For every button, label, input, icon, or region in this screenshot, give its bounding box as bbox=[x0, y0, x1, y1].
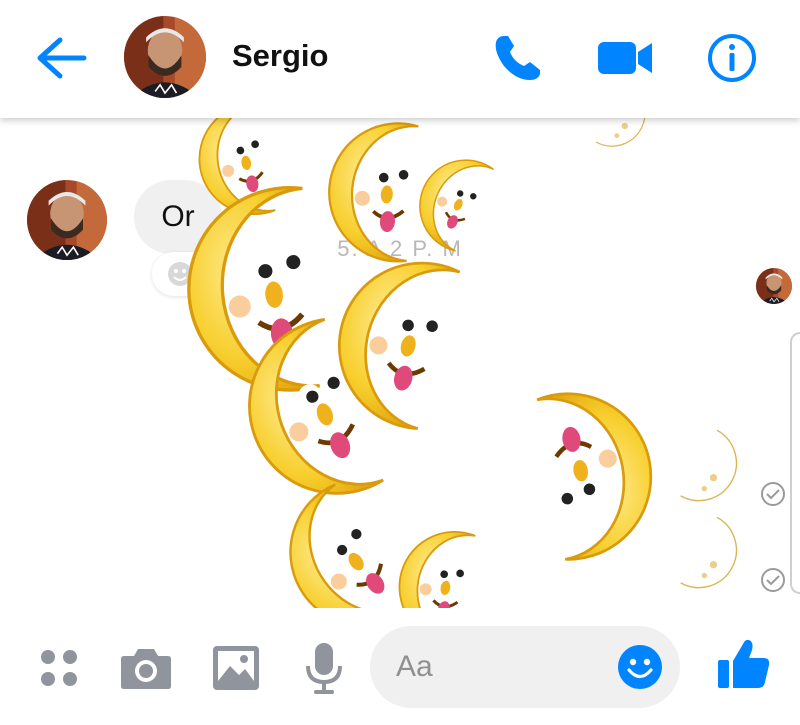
seen-receipt-avatar bbox=[756, 268, 792, 304]
check-circle-icon bbox=[761, 482, 785, 506]
sender-avatar[interactable] bbox=[27, 180, 107, 260]
video-camera-icon bbox=[598, 42, 652, 74]
info-icon bbox=[708, 34, 756, 82]
chat-header: Sergio bbox=[0, 0, 800, 118]
image-icon bbox=[213, 646, 259, 690]
contact-name[interactable]: Sergio bbox=[232, 38, 328, 74]
back-button[interactable] bbox=[34, 34, 90, 82]
thumbs-up-icon bbox=[718, 639, 770, 688]
more-actions-button[interactable] bbox=[32, 640, 88, 696]
gallery-button[interactable] bbox=[208, 640, 264, 696]
emoji-button[interactable] bbox=[616, 643, 664, 691]
grid-dots-icon bbox=[41, 650, 77, 686]
like-button[interactable] bbox=[714, 634, 770, 690]
call-button[interactable] bbox=[490, 30, 546, 86]
message-input[interactable] bbox=[396, 644, 616, 690]
message-list[interactable]: 5. A 2 P. M Or + bbox=[0, 118, 800, 608]
message-input-container[interactable] bbox=[370, 626, 680, 708]
scrollbar[interactable] bbox=[790, 332, 800, 594]
phone-icon bbox=[495, 36, 540, 80]
video-call-button[interactable] bbox=[596, 30, 652, 86]
camera-icon bbox=[121, 649, 171, 689]
contact-avatar[interactable] bbox=[124, 16, 206, 98]
smiley-icon bbox=[618, 645, 662, 689]
info-button[interactable] bbox=[704, 30, 760, 86]
microphone-icon bbox=[306, 643, 342, 694]
message-composer bbox=[0, 608, 800, 725]
moon-emoji-animation bbox=[180, 118, 660, 608]
sent-moon-emoji[interactable] bbox=[662, 423, 754, 505]
sent-moon-emoji[interactable] bbox=[662, 510, 754, 592]
arrow-left-icon bbox=[37, 37, 87, 79]
camera-button[interactable] bbox=[118, 640, 174, 696]
check-circle-icon bbox=[761, 568, 785, 592]
voice-message-button[interactable] bbox=[296, 640, 352, 696]
